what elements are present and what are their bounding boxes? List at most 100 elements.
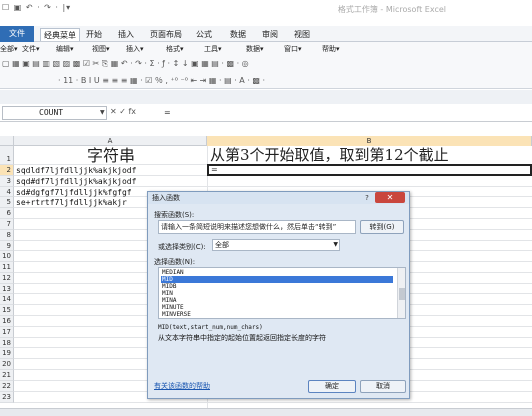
search-function-label: 搜索函数(S): [154, 211, 195, 219]
menu-file[interactable]: 文件▾ [22, 44, 40, 54]
category-value: 全部 [215, 241, 229, 249]
row-header[interactable]: 5 [0, 197, 14, 208]
row-header[interactable]: 13 [0, 284, 14, 294]
row-header[interactable]: 3 [0, 176, 14, 187]
tab-classic-menu[interactable]: 经典菜单 [40, 28, 80, 41]
menu-tools[interactable]: 工具▾ [204, 44, 222, 54]
chevron-down-icon[interactable]: ▼ [100, 109, 105, 116]
row-header[interactable]: 9 [0, 241, 14, 251]
search-function-input[interactable]: 请输入一条简短说明来描述您想做什么，然后单击“转到” [158, 220, 356, 234]
function-item[interactable]: MEDIAN [161, 269, 393, 276]
active-cell-b2[interactable]: = [207, 164, 532, 176]
tab-view[interactable]: 视图 [294, 28, 310, 41]
row-header[interactable]: 21 [0, 370, 14, 381]
category-select[interactable]: 全部 ▼ [212, 239, 340, 251]
cell-b1-header[interactable]: 从第3个开始取值，取到第12个截止 [210, 146, 530, 165]
function-list-scrollbar[interactable] [397, 268, 405, 318]
function-item-selected[interactable]: MID [161, 276, 393, 283]
tab-page-layout[interactable]: 页面布局 [150, 28, 182, 41]
function-item[interactable]: MIN [161, 290, 393, 297]
chevron-down-icon[interactable]: ▼ [333, 240, 338, 250]
tab-home[interactable]: 开始 [86, 28, 102, 41]
title-bar: ☐ ▣ ↶ · ↷ · |▾ 格式工作簿 - Microsoft Excel [0, 0, 532, 26]
row-gridline [14, 186, 532, 187]
ribbon-tabs: 文件 经典菜单 开始 插入 页面布局 公式 数据 审阅 视图 [0, 26, 532, 42]
function-signature: MID(text,start_num,num_chars) [158, 324, 263, 331]
select-function-label: 选择函数(N): [154, 258, 196, 266]
row-header[interactable]: 4 [0, 187, 14, 197]
function-item[interactable]: MINA [161, 297, 393, 304]
tab-file[interactable]: 文件 [0, 26, 34, 42]
spacer [0, 122, 532, 136]
row-gridline [14, 402, 532, 403]
function-description: 从文本字符串中指定的起始位置起返回指定长度的字符 [158, 334, 326, 342]
function-list[interactable]: MEDIAN MID MIDB MIN MINA MINUTE MINVERSE [158, 267, 406, 319]
column-header-b[interactable]: B [207, 136, 532, 146]
function-item[interactable]: MINVERSE [161, 311, 393, 318]
formula-input[interactable]: = [162, 106, 528, 120]
formatting-toolbar-icons[interactable]: · 11 · B I U ≡ ≡ ≡ ▦ · ☑ ％ , ⁺⁰ ⁻⁰ ⇤ ⇥ ▦… [58, 75, 265, 86]
select-all-corner[interactable] [0, 136, 14, 146]
column-header-a[interactable]: A [14, 136, 207, 146]
go-button[interactable]: 转到(G) [360, 220, 404, 234]
menu-edit[interactable]: 编辑▾ [56, 44, 74, 54]
row-header[interactable]: 15 [0, 305, 14, 316]
classic-menu-bar: 全部▾ 文件▾ 编辑▾ 视图▾ 插入▾ 格式▾ 工具▾ 数据▾ 窗口▾ 帮助▾ [0, 42, 532, 57]
function-item[interactable]: MIDB [161, 283, 393, 290]
standard-toolbar: ▢ ▦ ▣ ▤ ▥ ▧ ▨ ▩ ☑ ✂ ⎘ ▦ ↶ · ↷ · Σ · ƒ · … [0, 57, 532, 73]
formatting-toolbar: · 11 · B I U ≡ ≡ ≡ ▦ · ☑ ％ , ⁺⁰ ⁻⁰ ⇤ ⇥ ▦… [0, 73, 532, 89]
menu-help[interactable]: 帮助▾ [322, 44, 340, 54]
cell-a5[interactable]: se+rtrtf7ljfdlljjk%akjr [16, 198, 127, 207]
status-bar [0, 408, 532, 416]
menu-all[interactable]: 全部▾ [0, 44, 18, 54]
menu-data[interactable]: 数据▾ [246, 44, 264, 54]
tab-insert[interactable]: 插入 [118, 28, 134, 41]
cell-a4[interactable]: sd#dgfgf7ljfdlljjk%fgfgf [16, 188, 132, 197]
quick-access-toolbar[interactable]: ☐ ▣ ↶ · ↷ · |▾ [2, 3, 71, 12]
menu-window[interactable]: 窗口▾ [284, 44, 302, 54]
dialog-title: 插入函数 [152, 194, 180, 202]
row-header[interactable]: 6 [0, 208, 14, 219]
row-header[interactable]: 16 [0, 316, 14, 327]
standard-toolbar-icons[interactable]: ▢ ▦ ▣ ▤ ▥ ▧ ▨ ▩ ☑ ✂ ⎘ ▦ ↶ · ↷ · Σ · ƒ · … [2, 59, 249, 69]
row-header[interactable]: 8 [0, 230, 14, 241]
menu-format[interactable]: 格式▾ [166, 44, 184, 54]
row-header[interactable]: 1 [0, 146, 14, 165]
insert-function-dialog: 插入函数 ? ✕ 搜索函数(S): 请输入一条简短说明来描述您想做什么，然后单击… [147, 191, 410, 399]
row-header[interactable]: 12 [0, 273, 14, 284]
row-header[interactable]: 18 [0, 338, 14, 348]
tab-review[interactable]: 审阅 [262, 28, 278, 41]
row-header[interactable]: 2 [0, 165, 14, 176]
category-label: 或选择类别(C): [158, 243, 206, 251]
row-header[interactable]: 22 [0, 381, 14, 392]
close-icon[interactable]: ✕ [375, 192, 405, 203]
function-item[interactable]: MINUTE [161, 304, 393, 311]
function-help-link[interactable]: 有关该函数的帮助 [154, 381, 210, 391]
help-icon[interactable]: ? [360, 193, 374, 203]
dialog-title-bar[interactable]: 插入函数 ? ✕ [148, 192, 409, 204]
window-title: 格式工作簿 - Microsoft Excel [337, 5, 446, 14]
row-header[interactable]: 20 [0, 359, 14, 370]
cell-a2[interactable]: sqdldf7ljfdlljjk%akjkjodf [16, 166, 136, 175]
row-header[interactable]: 14 [0, 294, 14, 305]
ok-button[interactable]: 确定 [308, 380, 356, 393]
cancel-button[interactable]: 取消 [360, 380, 406, 393]
formula-buttons[interactable]: ✕ ✓ fx [110, 107, 136, 116]
cell-a1-header[interactable]: 字符串 [16, 146, 206, 165]
tab-data[interactable]: 数据 [230, 28, 246, 41]
menu-view[interactable]: 视图▾ [92, 44, 110, 54]
row-header[interactable]: 11 [0, 262, 14, 273]
name-box[interactable]: COUNT [2, 106, 107, 120]
row-header[interactable]: 7 [0, 219, 14, 230]
column-headers: A B [0, 136, 532, 146]
formula-bar: COUNT ▼ ✕ ✓ fx = [0, 104, 532, 122]
tab-formulas[interactable]: 公式 [196, 28, 212, 41]
cell-a3[interactable]: sqd#df7ljfdlljjk%akjkjodf [16, 177, 136, 186]
row-header[interactable]: 10 [0, 251, 14, 262]
row-header[interactable]: 23 [0, 392, 14, 403]
toolbar-spacer [0, 90, 532, 104]
row-header[interactable]: 19 [0, 348, 14, 359]
scrollbar-thumb[interactable] [399, 288, 405, 300]
menu-insert[interactable]: 插入▾ [126, 44, 144, 54]
row-header[interactable]: 17 [0, 327, 14, 338]
